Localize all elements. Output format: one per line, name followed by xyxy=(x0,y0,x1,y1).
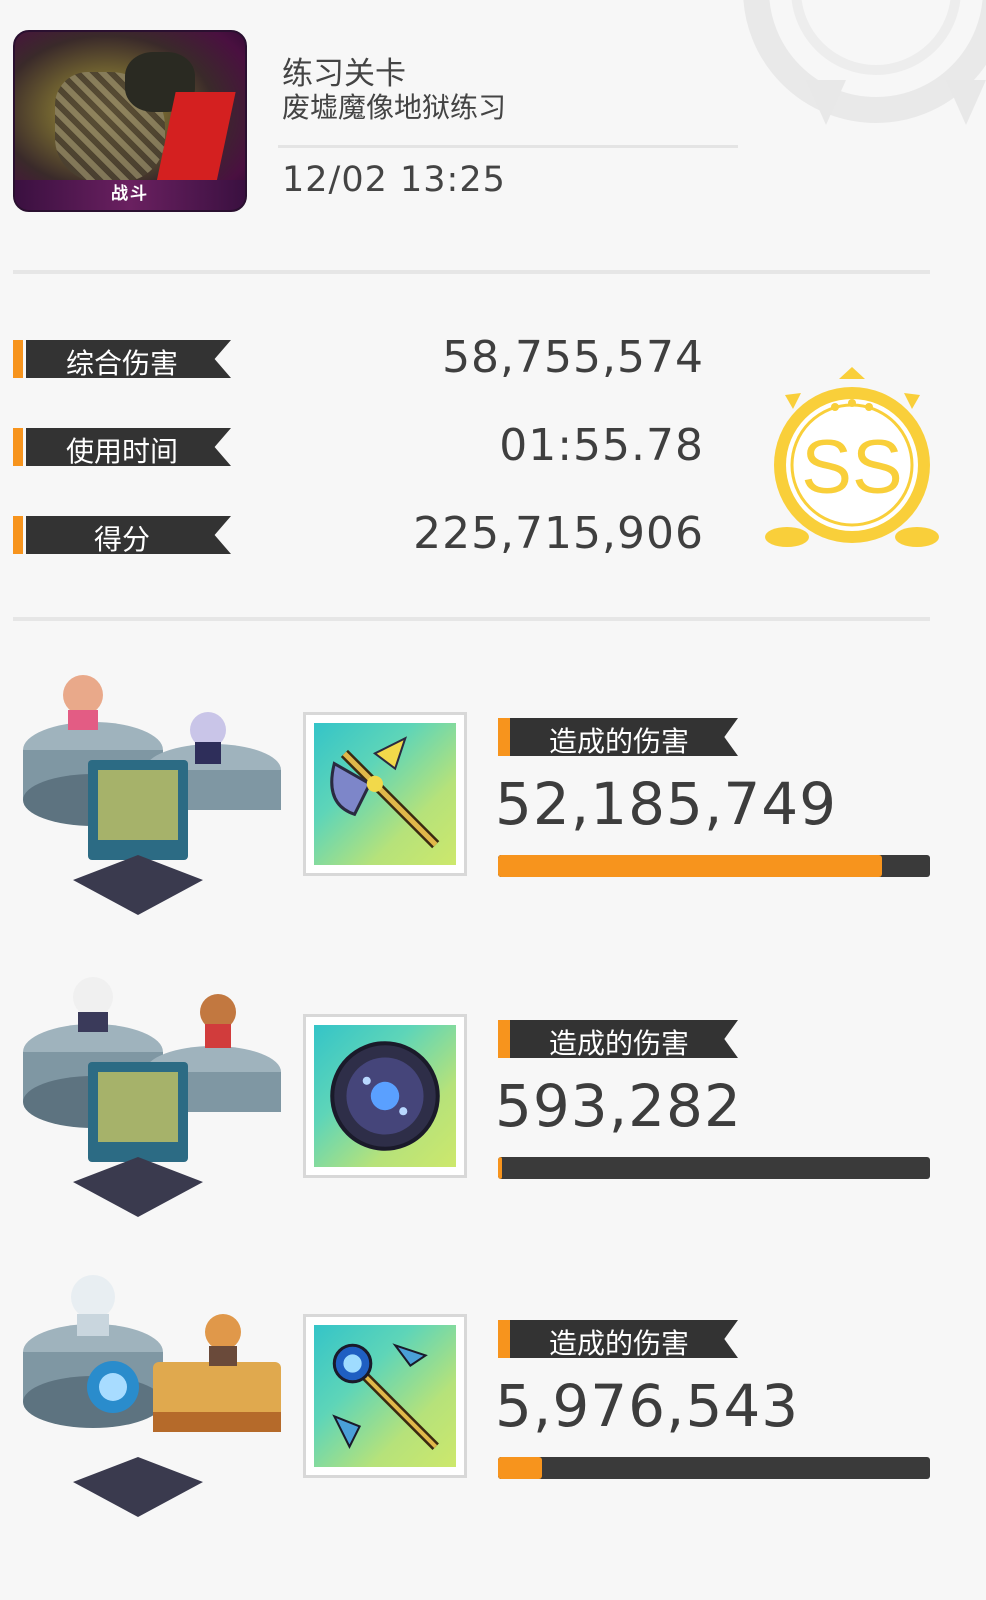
damage-share-bar xyxy=(498,1157,930,1179)
damage-label-tag: 造成的伤害 xyxy=(498,1320,738,1359)
damage-share-bar xyxy=(498,855,930,877)
grade-badge-icon: SS xyxy=(765,367,939,547)
decorative-wheel-icon xyxy=(743,0,986,125)
section-divider xyxy=(13,617,930,621)
header-divider xyxy=(278,145,738,148)
stat-label-time-used: 使用时间 xyxy=(13,428,231,467)
score-value: 225,715,906 xyxy=(413,508,704,559)
time-used-value: 01:55.78 xyxy=(499,420,704,471)
damage-share-fill xyxy=(498,1457,543,1479)
section-divider xyxy=(13,270,930,274)
damage-share-bar xyxy=(498,1457,930,1479)
datetime: 12/02 13:25 xyxy=(282,160,506,200)
damage-share-fill xyxy=(498,1157,503,1179)
character-pedestal-icon[interactable] xyxy=(13,660,283,930)
stage-subtitle: 废墟魔像地狱练习 xyxy=(282,92,507,123)
damage-value: 593,282 xyxy=(495,1072,742,1140)
party-member-row: 造成的伤害 5,976,543 xyxy=(0,1262,986,1542)
stage-thumbnail[interactable]: 战斗 xyxy=(13,30,247,212)
party-member-row: 造成的伤害 52,185,749 xyxy=(0,660,986,940)
damage-label-tag: 造成的伤害 xyxy=(498,1020,738,1059)
weapon-slot[interactable] xyxy=(303,712,467,876)
damage-value: 52,185,749 xyxy=(495,770,838,838)
axe-icon xyxy=(330,736,440,849)
staff-icon xyxy=(332,1343,439,1450)
stat-label-total-damage: 综合伤害 xyxy=(13,340,231,379)
party-member-row: 造成的伤害 593,282 xyxy=(0,962,986,1242)
damage-value: 5,976,543 xyxy=(495,1372,800,1440)
thumbnail-label: 战斗 xyxy=(111,184,149,203)
damage-share-fill xyxy=(498,855,882,877)
character-pedestal-icon[interactable] xyxy=(13,962,283,1232)
grade-rank-text: SS xyxy=(801,425,902,510)
shield-orb-icon xyxy=(330,1041,440,1151)
total-damage-value: 58,755,574 xyxy=(442,332,704,383)
damage-label-tag: 造成的伤害 xyxy=(498,718,738,757)
stat-label-score: 得分 xyxy=(13,516,231,555)
weapon-slot[interactable] xyxy=(303,1314,467,1478)
weapon-slot[interactable] xyxy=(303,1014,467,1178)
character-pedestal-icon[interactable] xyxy=(13,1262,283,1532)
